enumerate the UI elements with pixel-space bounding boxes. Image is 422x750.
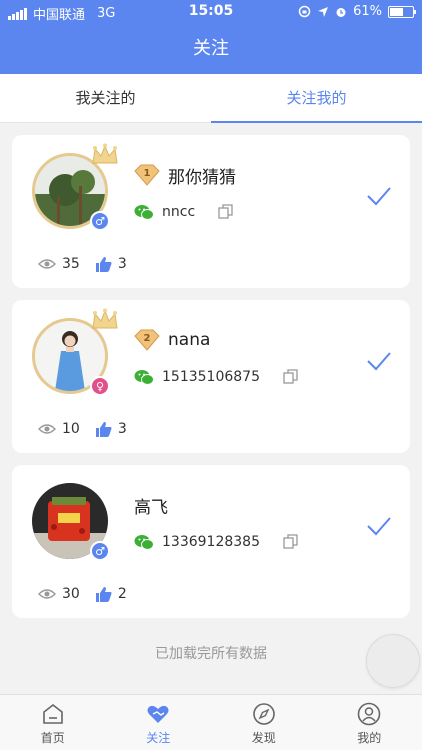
wechat-id: 15135106875 bbox=[162, 369, 260, 385]
follower-list: ♂ 1 那你猜猜 nncc 35 3 ♀ 2 nana 15135106875 … bbox=[12, 135, 410, 630]
views-count: 10 bbox=[62, 421, 80, 437]
level-badge-icon: 1 bbox=[134, 164, 160, 186]
tab-me-label: 我的 bbox=[357, 731, 382, 745]
male-icon: ♂ bbox=[90, 211, 110, 231]
tab-follow[interactable]: 关注 bbox=[106, 695, 212, 750]
heart-icon bbox=[147, 705, 169, 723]
list-item[interactable]: ♂ 1 那你猜猜 nncc 35 3 bbox=[12, 135, 410, 288]
tab-following[interactable]: 我关注的 bbox=[0, 74, 211, 122]
views-count: 30 bbox=[62, 586, 80, 602]
check-icon[interactable] bbox=[366, 515, 392, 537]
crown-icon bbox=[92, 308, 118, 329]
list-item[interactable]: ♀ 2 nana 15135106875 10 3 bbox=[12, 300, 410, 453]
battery-icon bbox=[388, 5, 416, 18]
views-stat: 10 bbox=[38, 421, 80, 437]
eye-icon bbox=[38, 424, 56, 434]
user-name: 那你猜猜 bbox=[168, 167, 236, 188]
user-name: nana bbox=[168, 330, 211, 350]
user-name: 高飞 bbox=[134, 497, 168, 518]
likes-stat: 2 bbox=[95, 586, 127, 602]
level-number: 2 bbox=[143, 333, 151, 344]
tab-discover[interactable]: 发现 bbox=[211, 695, 317, 750]
avatar[interactable]: ♀ bbox=[32, 308, 118, 396]
likes-stat: 3 bbox=[95, 256, 127, 272]
level-badge-icon: 2 bbox=[134, 329, 160, 351]
tab-followers[interactable]: 关注我的 bbox=[211, 74, 422, 123]
views-stat: 35 bbox=[38, 256, 80, 272]
thumbs-up-icon bbox=[95, 256, 112, 272]
thumbs-up-icon bbox=[95, 586, 112, 602]
thumbs-up-icon bbox=[95, 421, 112, 437]
tab-me[interactable]: 我的 bbox=[317, 695, 422, 750]
female-icon: ♀ bbox=[90, 376, 110, 396]
copy-icon[interactable] bbox=[282, 533, 300, 551]
check-icon[interactable] bbox=[366, 350, 392, 372]
user-icon bbox=[357, 702, 381, 726]
nav-title: 关注 bbox=[0, 24, 422, 74]
wechat-id: nncc bbox=[162, 204, 196, 220]
avatar[interactable]: ♂ bbox=[32, 143, 118, 231]
views-stat: 30 bbox=[38, 586, 80, 602]
loaded-all-text: 已加载完所有数据 bbox=[155, 646, 267, 662]
wechat-id: 13369128385 bbox=[162, 534, 260, 550]
likes-count: 2 bbox=[117, 586, 127, 602]
likes-stat: 3 bbox=[95, 421, 127, 437]
tab-home[interactable]: 首页 bbox=[0, 695, 106, 750]
tab-discover-label: 发现 bbox=[251, 731, 276, 745]
wechat-icon bbox=[134, 204, 154, 220]
list-item[interactable]: ♂ 高飞 13369128385 30 2 bbox=[12, 465, 410, 618]
battery-percent: 61% bbox=[353, 4, 382, 19]
eye-icon bbox=[38, 589, 56, 599]
wechat-icon bbox=[134, 534, 154, 550]
home-icon bbox=[42, 703, 63, 724]
check-icon[interactable] bbox=[366, 185, 392, 207]
tab-follow-label: 关注 bbox=[146, 731, 171, 745]
wechat-icon bbox=[134, 369, 154, 385]
tab-home-label: 首页 bbox=[40, 731, 65, 745]
eye-icon bbox=[38, 259, 56, 269]
orientation-lock-icon bbox=[298, 5, 311, 18]
avatar[interactable]: ♂ bbox=[32, 483, 110, 561]
compass-icon bbox=[252, 703, 275, 725]
copy-icon[interactable] bbox=[282, 368, 300, 386]
views-count: 35 bbox=[62, 256, 80, 272]
crown-icon bbox=[92, 143, 118, 164]
location-icon bbox=[318, 6, 329, 17]
male-icon: ♂ bbox=[90, 541, 110, 561]
level-number: 1 bbox=[143, 168, 151, 179]
copy-icon[interactable] bbox=[217, 203, 235, 221]
floating-assistive-button[interactable] bbox=[366, 634, 420, 688]
bottom-tab-bar: 首页 关注 发现 我的 bbox=[0, 694, 422, 750]
alarm-icon bbox=[336, 7, 346, 17]
segment-tabs: 我关注的 关注我的 bbox=[0, 74, 422, 123]
likes-count: 3 bbox=[117, 256, 127, 272]
likes-count: 3 bbox=[117, 421, 127, 437]
status-bar: 中国联通 3G 15:05 61% bbox=[0, 0, 422, 24]
